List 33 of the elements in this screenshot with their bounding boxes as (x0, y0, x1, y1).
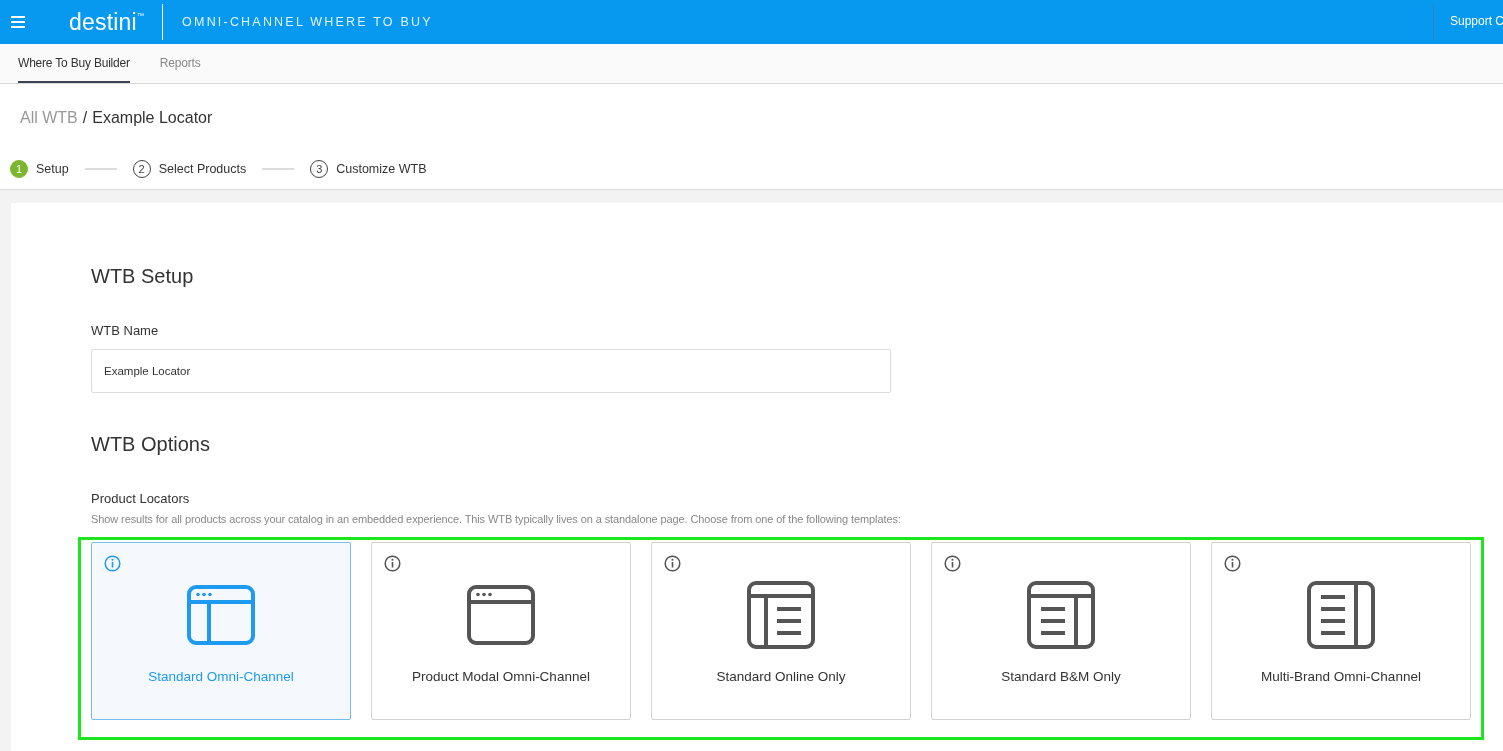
template-card[interactable]: Standard B&M Only (931, 542, 1191, 720)
browser-window-icon (467, 585, 535, 645)
template-card[interactable]: Multi-Brand Omni-Channel (1211, 542, 1471, 720)
left-sidebar-list-icon (747, 581, 815, 649)
description-text: Show results for all products across your catalog in an embedded experience. This WTB typically lives on a standalone page. Choose from one of the following templates: (91, 513, 902, 525)
template-label: Standard Omni-Channel (148, 669, 294, 684)
step-label: Setup (36, 162, 69, 176)
field-label: WTB Name (91, 323, 160, 338)
breadcrumb-separator: / (82, 108, 88, 127)
wtb-name-input[interactable]: Example Locator (91, 349, 891, 393)
list-sidebar-icon (1307, 581, 1375, 649)
step-number: 1 (10, 160, 28, 178)
info-icon[interactable] (664, 555, 681, 572)
section-heading: WTB Options (91, 433, 211, 456)
template-card[interactable]: Product Modal Omni-Channel (371, 542, 631, 720)
logo-text: destini (69, 8, 137, 36)
right-sidebar-list-icon (1027, 581, 1095, 649)
template-label: Multi-Brand Omni-Channel (1261, 669, 1421, 684)
split-layout-icon (187, 585, 255, 645)
template-label: Standard B&M Only (1001, 669, 1121, 684)
step-label: Customize WTB (336, 162, 427, 176)
template-label: Standard Online Only (716, 669, 846, 684)
template-label: Product Modal Omni-Channel (412, 669, 590, 684)
info-icon[interactable] (384, 555, 401, 572)
subsection-label: Product Locators (91, 491, 191, 506)
nav-tab[interactable]: Reports (159, 44, 201, 83)
template-card[interactable]: Standard Online Only (651, 542, 911, 720)
info-icon[interactable] (944, 555, 961, 572)
step-label: Select Products (158, 162, 247, 176)
info-icon[interactable] (1224, 555, 1241, 572)
section-heading: WTB Setup (91, 265, 195, 288)
breadcrumb-current: Example Locator (92, 108, 213, 127)
app-title: OMNI-CHANNEL WHERE TO BUY (182, 15, 433, 29)
